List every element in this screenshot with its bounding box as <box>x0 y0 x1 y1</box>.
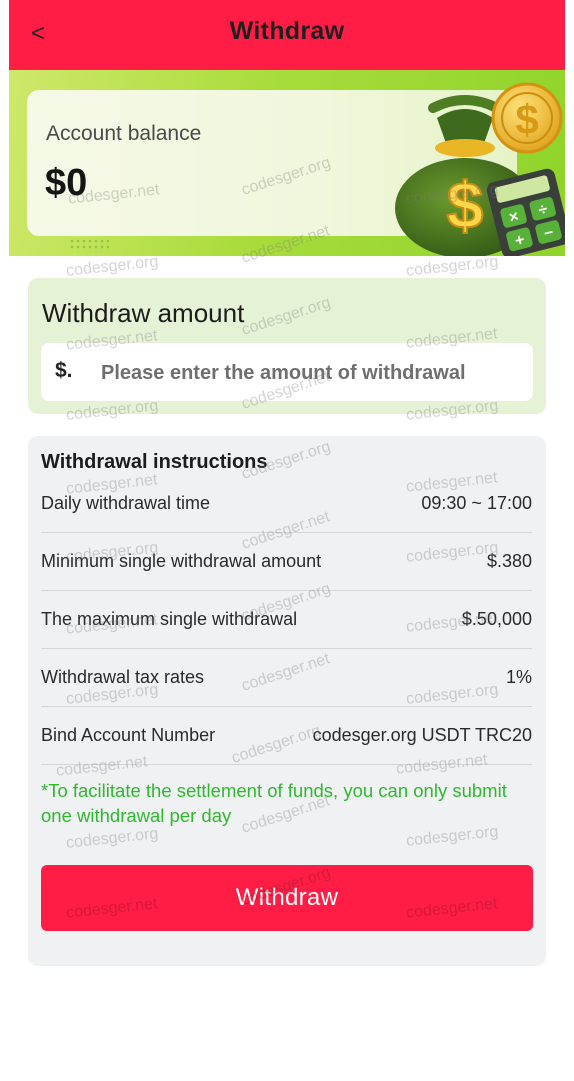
row-label: Minimum single withdrawal amount <box>41 551 322 571</box>
instruction-row: Minimum single withdrawal amount $.380 <box>41 532 532 591</box>
row-value: $.380 <box>486 551 532 571</box>
decorative-dots <box>69 238 109 252</box>
watermark: codesger.org <box>405 253 500 280</box>
row-value: 09:30 ~ 17:00 <box>421 493 532 513</box>
instruction-row: The maximum single withdrawal $.50,000 <box>41 590 532 649</box>
withdraw-amount-card: Withdraw amount $. <box>28 278 546 414</box>
balance-value: $0 <box>45 162 88 204</box>
row-label: Bind Account Number <box>41 725 216 745</box>
balance-label: Account balance <box>46 122 202 145</box>
instruction-row: Daily withdrawal time 09:30 ~ 17:00 <box>41 474 532 533</box>
withdraw-amount-title: Withdraw amount <box>42 298 245 328</box>
amount-input-container: $. <box>41 343 533 401</box>
watermark: codesger.org <box>65 253 160 280</box>
svg-text:$: $ <box>447 168 484 242</box>
svg-text:$: $ <box>515 96 538 143</box>
row-value: 1% <box>505 667 532 687</box>
instructions-title: Withdrawal instructions <box>41 451 268 473</box>
page-title: Withdraw <box>229 17 345 45</box>
top-bar: < Withdraw <box>9 0 565 70</box>
row-value: codesger.org USDT TRC20 <box>312 725 532 745</box>
row-label: Withdrawal tax rates <box>41 667 205 687</box>
withdrawal-instructions-card: Withdrawal instructions Daily withdrawal… <box>28 436 546 966</box>
instruction-row: Bind Account Number codesger.org USDT TR… <box>41 706 532 765</box>
balance-banner: Account balance $0 $ $ × ÷ + − <box>9 70 565 256</box>
row-label: Daily withdrawal time <box>41 493 211 513</box>
row-label: The maximum single withdrawal <box>41 609 298 629</box>
withdraw-amount-input[interactable] <box>99 353 523 393</box>
withdraw-button[interactable]: Withdraw <box>41 865 533 931</box>
instruction-row: Withdrawal tax rates 1% <box>41 648 532 707</box>
currency-prefix: $. <box>55 359 73 382</box>
money-bag-coin-calculator-icon: $ $ × ÷ + − <box>395 82 565 256</box>
withdrawal-notice: *To facilitate the settlement of funds, … <box>41 780 507 826</box>
row-value: $.50,000 <box>461 609 532 629</box>
